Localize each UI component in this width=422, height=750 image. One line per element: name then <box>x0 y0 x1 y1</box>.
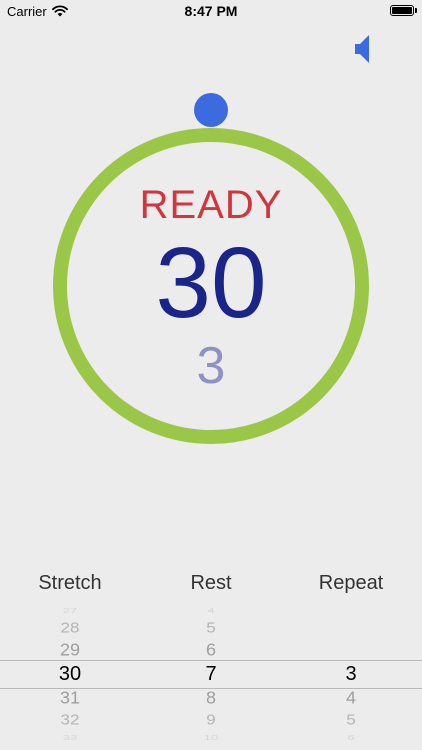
picker-option[interactable]: 5 <box>281 711 421 730</box>
stretch-wheel[interactable]: 27 28 29 30 31 32 33 <box>0 606 140 750</box>
picker-option[interactable]: 4 <box>281 688 421 709</box>
timer-count-label: 30 <box>155 227 267 339</box>
picker-option[interactable]: 6 <box>141 640 281 661</box>
picker-option[interactable]: 4 <box>141 606 281 617</box>
stretch-header: Stretch <box>38 572 102 594</box>
progress-knob[interactable] <box>194 93 228 127</box>
picker-option[interactable]: 27 <box>0 606 140 617</box>
picker-option[interactable]: 28 <box>0 619 140 638</box>
picker-option[interactable]: 32 <box>0 711 140 730</box>
picker-option[interactable]: 6 <box>281 732 421 744</box>
repeat-header: Repeat <box>318 572 384 594</box>
duration-picker[interactable]: 27 28 29 30 31 32 33 4 5 6 7 8 9 10 3 4 … <box>0 606 422 750</box>
picker-option[interactable]: 9 <box>141 711 281 730</box>
rest-wheel[interactable]: 4 5 6 7 8 9 10 <box>141 606 281 750</box>
picker-selected-option[interactable]: 30 <box>0 663 140 685</box>
picker-option[interactable]: 8 <box>141 688 281 709</box>
timer-status-label: READY <box>139 183 283 227</box>
rest-header: Rest <box>190 572 232 594</box>
repeat-wheel[interactable]: 3 4 5 6 <box>281 606 421 750</box>
picker-option[interactable]: 5 <box>141 619 281 638</box>
picker-option[interactable]: 10 <box>141 732 281 744</box>
timer-round-label: 3 <box>196 337 226 395</box>
picker-headers: Stretch Rest Repeat <box>0 572 422 600</box>
picker-option[interactable]: 31 <box>0 688 140 709</box>
picker-selected-option[interactable]: 3 <box>281 663 421 685</box>
picker-option[interactable]: 33 <box>0 732 140 744</box>
picker-selected-option[interactable]: 7 <box>141 663 281 685</box>
picker-option[interactable]: 29 <box>0 640 140 661</box>
